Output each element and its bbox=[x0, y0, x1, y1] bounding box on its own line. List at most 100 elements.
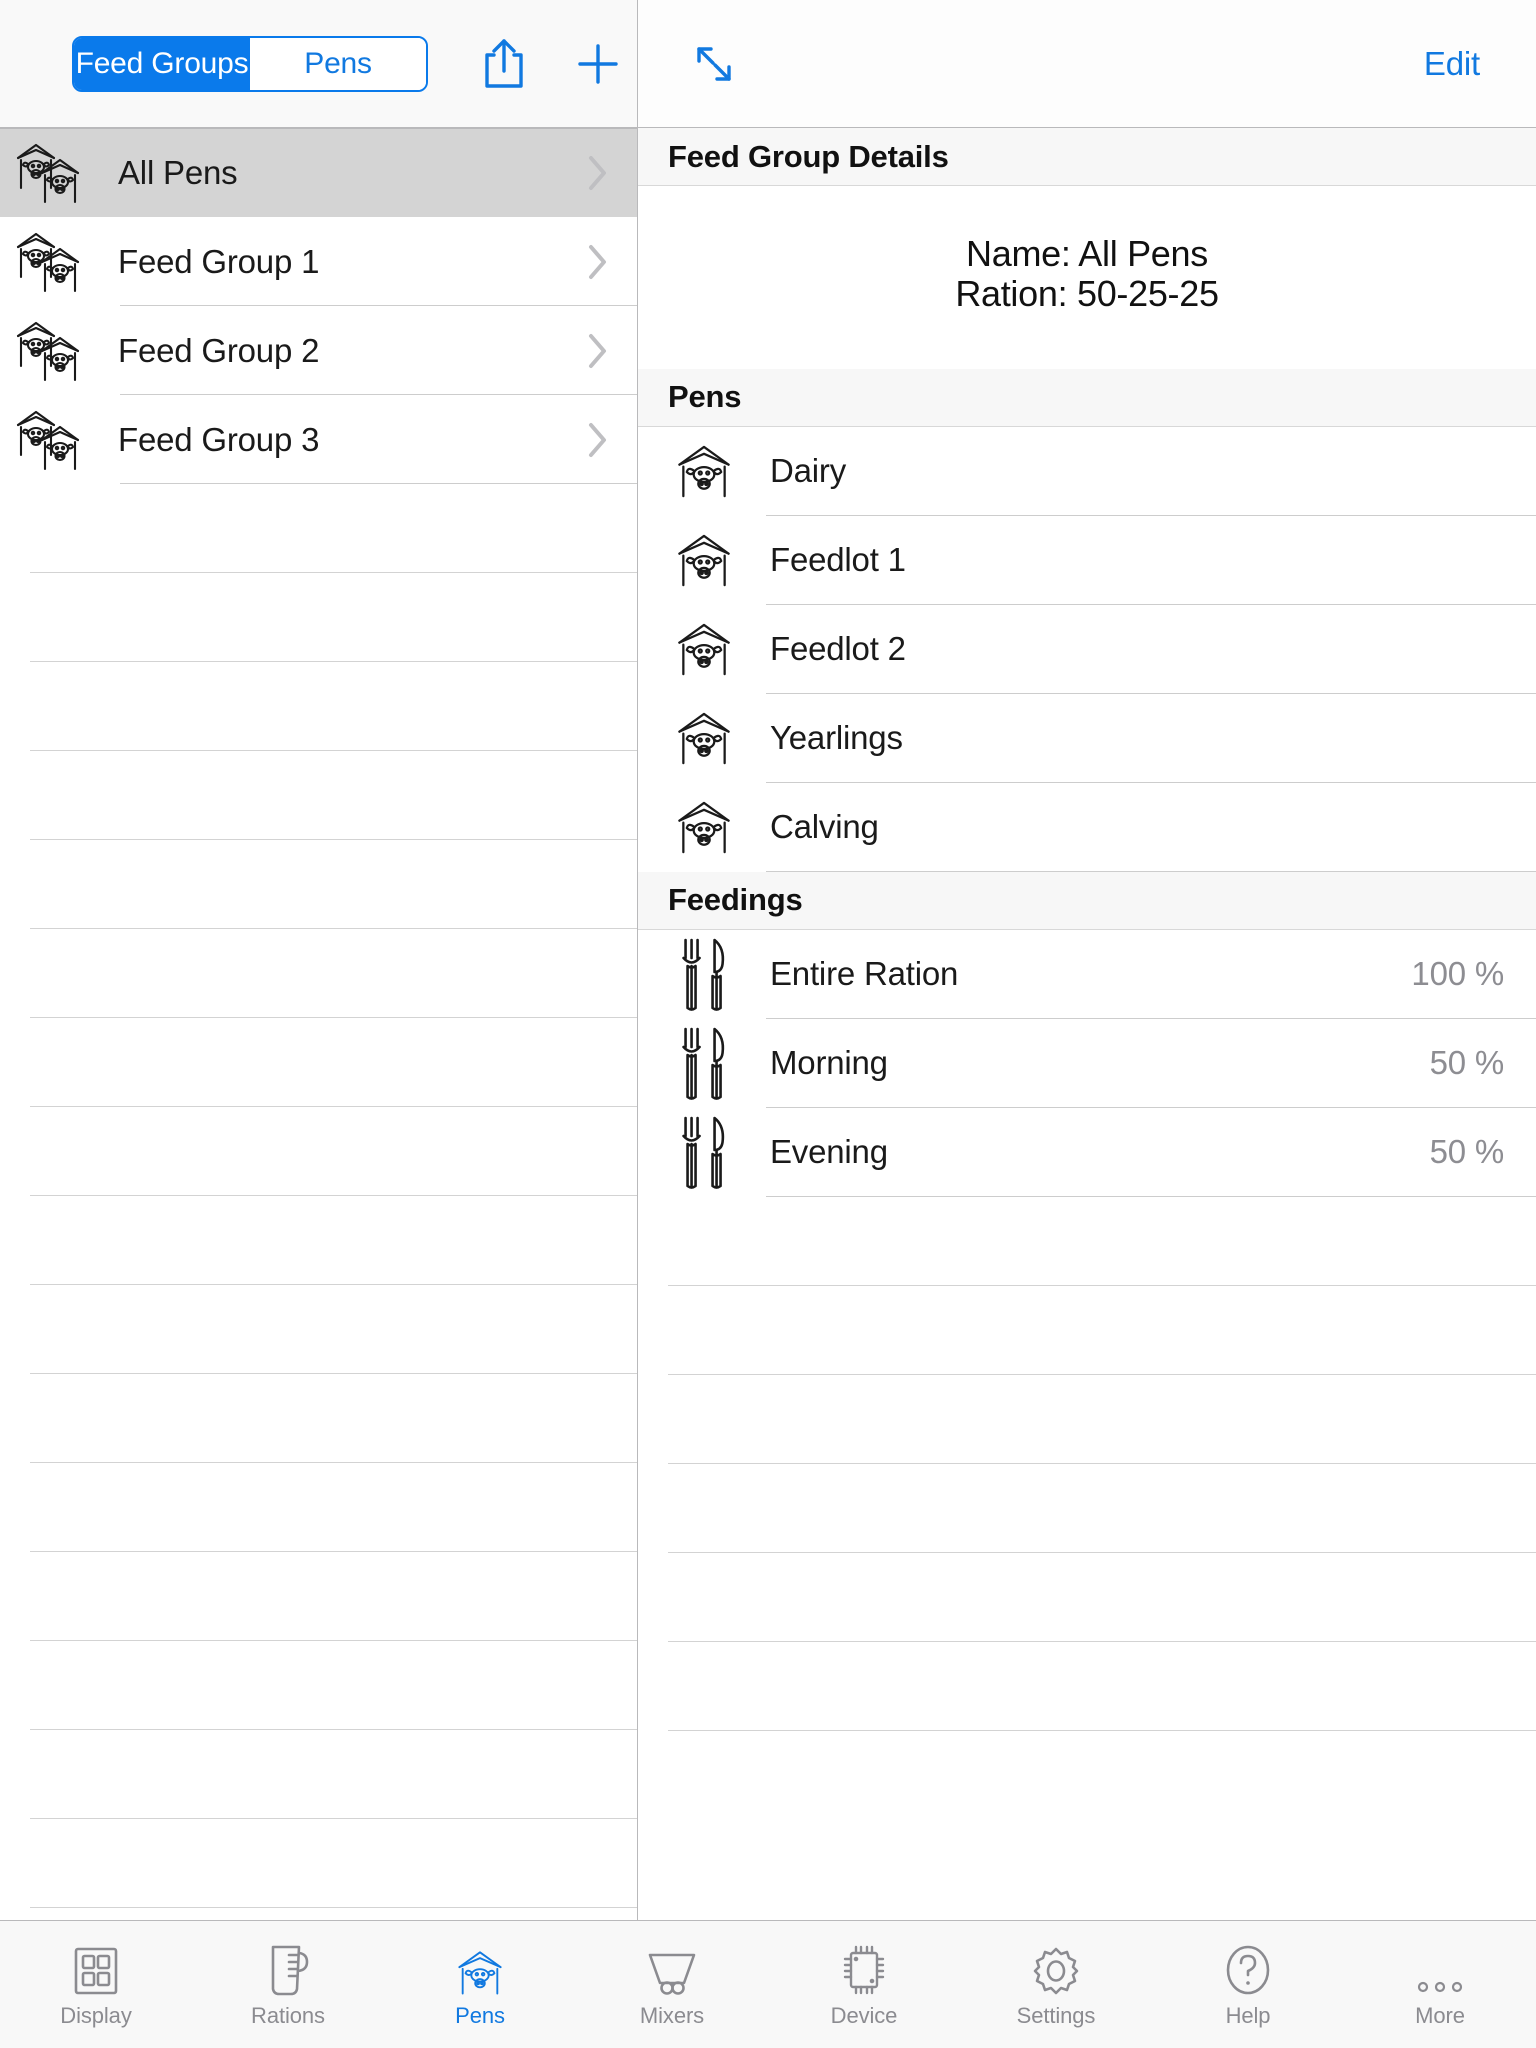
mixer-hopper-icon bbox=[646, 1941, 698, 1997]
list-item-label: All Pens bbox=[118, 153, 238, 191]
pen-row[interactable]: Yearlings bbox=[638, 693, 1536, 783]
empty-list-row bbox=[0, 1374, 637, 1463]
empty-list-row bbox=[0, 1463, 637, 1552]
feeding-row-label: Entire Ration bbox=[770, 955, 959, 993]
detail-pane: Edit Feed Group Details Name: All Pens R… bbox=[638, 0, 1536, 1920]
pen-row[interactable]: Feedlot 1 bbox=[638, 515, 1536, 605]
feeding-row-label: Evening bbox=[770, 1133, 888, 1171]
detail-content: Feed Group Details Name: All Pens Ration… bbox=[638, 128, 1536, 1920]
pen-row-label: Yearlings bbox=[770, 719, 903, 757]
list-item[interactable]: Feed Group 1 bbox=[0, 217, 637, 306]
pens-section-header: Pens bbox=[638, 368, 1536, 427]
list-item-label: Feed Group 2 bbox=[118, 331, 320, 369]
list-item[interactable]: Feed Group 3 bbox=[0, 395, 637, 484]
empty-list-row bbox=[0, 1730, 637, 1819]
empty-list-row bbox=[0, 929, 637, 1018]
segment-pens-label: Pens bbox=[304, 46, 372, 80]
list-item[interactable]: Feed Group 2 bbox=[0, 306, 637, 395]
tab-pens[interactable]: Pens bbox=[384, 1921, 576, 2048]
pen-row[interactable]: Calving bbox=[638, 782, 1536, 872]
app-root: Feed Groups Pens All Pens Feed Group 1 F… bbox=[0, 0, 1536, 2048]
tab-rations[interactable]: Rations bbox=[192, 1921, 384, 2048]
feed-groups-list[interactable]: All Pens Feed Group 1 Feed Group 2 Feed … bbox=[0, 128, 637, 1920]
empty-list-row bbox=[0, 1196, 637, 1285]
empty-detail-row bbox=[638, 1642, 1536, 1731]
barn-cow-icon bbox=[454, 1941, 506, 1997]
tab-device[interactable]: Device bbox=[768, 1921, 960, 2048]
fork-knife-icon bbox=[660, 1025, 748, 1101]
barn-cow-icon bbox=[660, 532, 748, 589]
fork-knife-icon bbox=[660, 1114, 748, 1190]
fork-knife-icon bbox=[660, 936, 748, 1012]
feedings-list[interactable]: Entire Ration 100 % Morning 50 % Evening 50 % bbox=[638, 929, 1536, 1197]
ellipsis-icon bbox=[1412, 1941, 1468, 1997]
empty-list-row bbox=[0, 484, 637, 573]
share-icon bbox=[483, 38, 525, 90]
empty-list-row bbox=[0, 1641, 637, 1730]
list-item-label: Feed Group 3 bbox=[118, 420, 320, 458]
expand-button[interactable] bbox=[674, 24, 754, 104]
tab-label: Pens bbox=[455, 2002, 505, 2028]
feeding-row[interactable]: Morning 50 % bbox=[638, 1018, 1536, 1108]
add-button[interactable] bbox=[560, 24, 637, 104]
gear-icon bbox=[1030, 1941, 1082, 1997]
chevron-right-icon bbox=[559, 154, 637, 192]
pens-list[interactable]: Dairy Feedlot 1 Feedlot 2 Yearlings Calving bbox=[638, 426, 1536, 872]
master-pane: Feed Groups Pens All Pens Feed Group 1 F… bbox=[0, 0, 638, 1920]
feeding-row-label: Morning bbox=[770, 1044, 888, 1082]
empty-list-row bbox=[0, 1819, 637, 1908]
pen-row-label: Feedlot 1 bbox=[770, 541, 906, 579]
double-barn-cow-icon bbox=[0, 140, 90, 206]
list-item[interactable]: All Pens bbox=[0, 128, 637, 217]
empty-list-row bbox=[0, 1285, 637, 1374]
segment-feed-groups[interactable]: Feed Groups bbox=[74, 37, 251, 90]
segment-feed-groups-label: Feed Groups bbox=[75, 46, 249, 80]
feeding-row-percent: 100 % bbox=[1411, 955, 1504, 993]
seven-segment-display-icon bbox=[72, 1941, 120, 1997]
pen-row-label: Calving bbox=[770, 808, 879, 846]
tab-label: Rations bbox=[251, 2002, 325, 2028]
feeding-row[interactable]: Evening 50 % bbox=[638, 1107, 1536, 1197]
feedings-section-header: Feedings bbox=[638, 871, 1536, 930]
double-barn-cow-icon bbox=[0, 318, 90, 384]
double-barn-cow-icon bbox=[0, 407, 90, 473]
pen-row-label: Feedlot 2 bbox=[770, 630, 906, 668]
feed-group-details-header: Feed Group Details bbox=[638, 128, 1536, 186]
feeding-row-percent: 50 % bbox=[1429, 1044, 1505, 1082]
empty-list-row bbox=[0, 1107, 637, 1196]
tab-bar[interactable]: Display Rations Pens Mixers Device Settings He… bbox=[0, 1920, 1536, 2048]
empty-list-row bbox=[0, 662, 637, 751]
feeding-row-percent: 50 % bbox=[1429, 1133, 1505, 1171]
tab-label: Mixers bbox=[639, 2002, 705, 2028]
tab-help[interactable]: Help bbox=[1152, 1921, 1344, 2048]
share-button[interactable] bbox=[465, 24, 542, 104]
tab-more[interactable]: More bbox=[1344, 1921, 1536, 2048]
tab-mixers[interactable]: Mixers bbox=[576, 1921, 768, 2048]
edit-button[interactable]: Edit bbox=[1424, 45, 1480, 83]
tab-label: Help bbox=[1225, 2002, 1271, 2028]
feed-group-summary: Name: All Pens Ration: 50-25-25 bbox=[638, 186, 1536, 369]
empty-detail-row bbox=[638, 1286, 1536, 1375]
tab-display[interactable]: Display bbox=[0, 1921, 192, 2048]
chip-icon bbox=[839, 1941, 889, 1997]
feeding-row[interactable]: Entire Ration 100 % bbox=[638, 929, 1536, 1019]
empty-list-row bbox=[0, 751, 637, 840]
question-circle-icon bbox=[1223, 1941, 1273, 1997]
pen-row[interactable]: Dairy bbox=[638, 426, 1536, 516]
segmented-control[interactable]: Feed Groups Pens bbox=[72, 35, 429, 92]
double-barn-cow-icon bbox=[0, 229, 90, 295]
tab-settings[interactable]: Settings bbox=[960, 1921, 1152, 2048]
master-toolbar: Feed Groups Pens bbox=[0, 0, 637, 128]
tab-label: Display bbox=[60, 2002, 132, 2028]
pen-row[interactable]: Feedlot 2 bbox=[638, 604, 1536, 694]
empty-list-row bbox=[0, 1908, 637, 1920]
barn-cow-icon bbox=[660, 443, 748, 500]
detail-filler-rows bbox=[638, 1197, 1536, 1731]
tab-label: Settings bbox=[1016, 2002, 1096, 2028]
empty-detail-row bbox=[638, 1553, 1536, 1642]
chevron-right-icon bbox=[559, 332, 637, 370]
chevron-right-icon bbox=[559, 421, 637, 459]
empty-detail-row bbox=[638, 1197, 1536, 1286]
segment-pens[interactable]: Pens bbox=[250, 37, 427, 90]
expand-diagonal-arrows-icon bbox=[691, 41, 737, 87]
